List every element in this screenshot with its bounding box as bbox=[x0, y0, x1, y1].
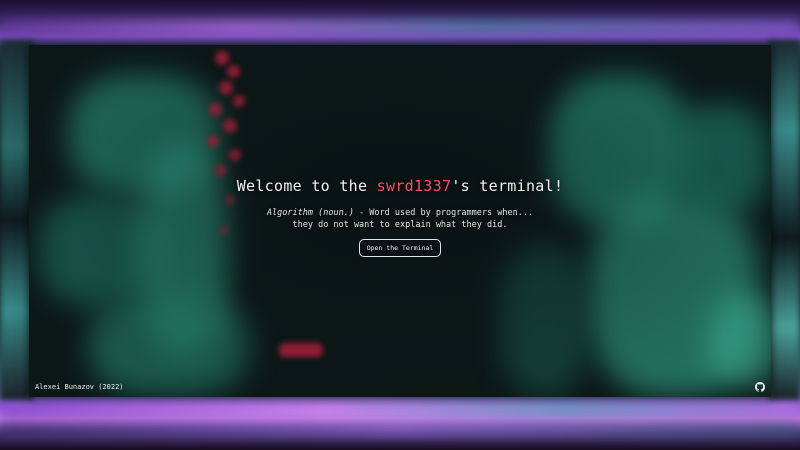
github-icon[interactable] bbox=[755, 382, 765, 392]
terminal-landing-window: Welcome to the swrd1337's terminal! Algo… bbox=[29, 45, 771, 397]
background-glow-band bbox=[0, 424, 800, 436]
background-glow-band bbox=[0, 20, 800, 34]
algorithm-definition: Algorithm (noun.) - Word used by program… bbox=[29, 207, 771, 231]
username-handle: swrd1337 bbox=[376, 177, 452, 195]
definition-line-2: they do not want to explain what they di… bbox=[292, 220, 508, 230]
definition-text: - Word used by programmers when... bbox=[353, 208, 534, 218]
hero-content: Welcome to the swrd1337's terminal! Algo… bbox=[29, 177, 771, 257]
definition-term: Algorithm (noun.) bbox=[266, 208, 354, 218]
footer-author: Alexei Bunazov (2022) bbox=[35, 383, 124, 391]
page-title: Welcome to the swrd1337's terminal! bbox=[29, 177, 771, 195]
headline-suffix: 's terminal! bbox=[451, 177, 564, 195]
open-terminal-button[interactable]: Open the Terminal bbox=[358, 239, 442, 257]
headline-prefix: Welcome to the bbox=[236, 177, 377, 195]
background-glow-band bbox=[0, 400, 800, 418]
background-side-right bbox=[768, 40, 800, 400]
definition-line-1: Algorithm (noun.) - Word used by program… bbox=[29, 207, 771, 219]
